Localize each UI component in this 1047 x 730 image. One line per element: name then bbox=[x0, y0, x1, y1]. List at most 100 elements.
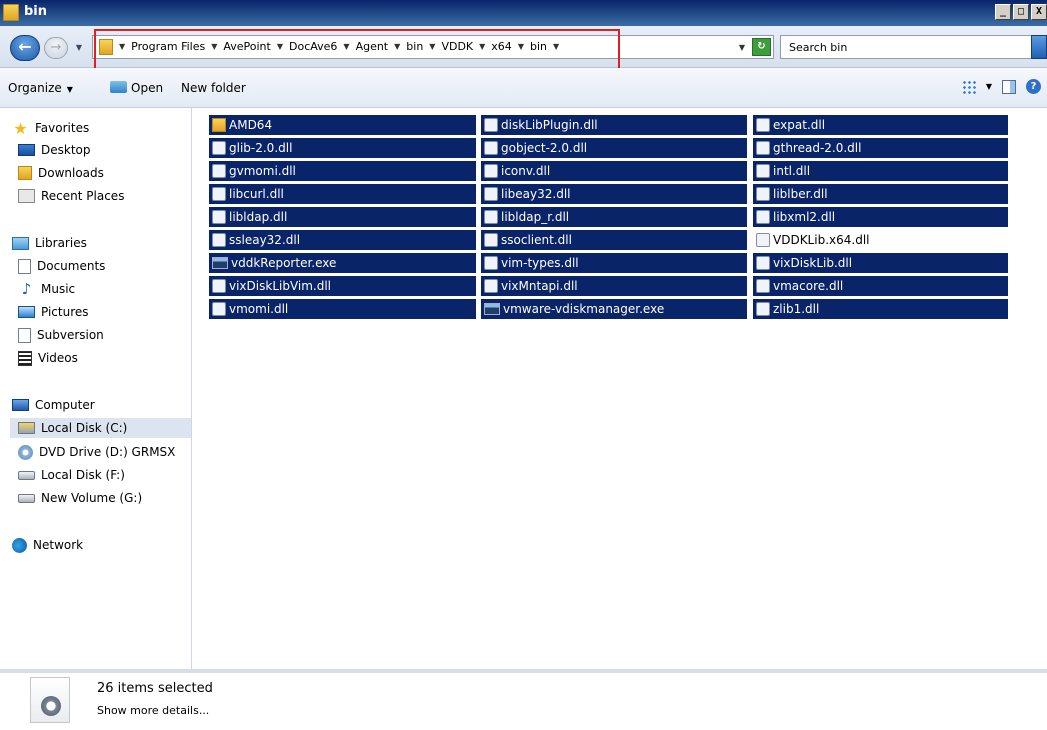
subversion-icon bbox=[18, 327, 31, 343]
nav-item-recent-places[interactable]: Recent Places bbox=[18, 186, 124, 206]
nav-item-favorites[interactable]: ★ Favorites bbox=[12, 118, 89, 138]
dll-file-icon bbox=[756, 141, 770, 155]
file-item[interactable]: libxml2.dll bbox=[753, 207, 1008, 227]
organize-label: Organize bbox=[8, 81, 62, 95]
file-name: gobject-2.0.dll bbox=[501, 141, 588, 155]
file-item[interactable]: gthread-2.0.dll bbox=[753, 138, 1008, 158]
refresh-button[interactable]: ↻ bbox=[752, 38, 771, 56]
dll-file-icon bbox=[756, 210, 770, 224]
file-item[interactable]: zlib1.dll bbox=[753, 299, 1008, 319]
file-item[interactable]: libcurl.dll bbox=[209, 184, 476, 204]
nav-item-dvd-drive-d[interactable]: DVD Drive (D:) GRMSX bbox=[18, 442, 175, 462]
nav-label: Subversion bbox=[37, 328, 104, 342]
nav-item-local-disk-c[interactable]: Local Disk (C:) bbox=[10, 418, 191, 438]
file-item[interactable]: intl.dll bbox=[753, 161, 1008, 181]
nav-item-subversion[interactable]: Subversion bbox=[18, 325, 104, 345]
dll-file-icon bbox=[484, 256, 498, 270]
file-item[interactable]: AMD64 bbox=[209, 115, 476, 135]
file-name: diskLibPlugin.dll bbox=[501, 118, 598, 132]
dll-file-icon bbox=[484, 141, 498, 155]
file-item[interactable]: vixMntapi.dll bbox=[481, 276, 747, 296]
selection-count: 26 items selected bbox=[97, 681, 213, 696]
file-name: zlib1.dll bbox=[773, 302, 820, 316]
nav-item-libraries[interactable]: Libraries bbox=[12, 233, 87, 253]
star-icon: ★ bbox=[13, 118, 28, 138]
file-item[interactable]: diskLibPlugin.dll bbox=[481, 115, 747, 135]
navigation-pane: ★ Favorites Desktop Downloads Recent Plac… bbox=[0, 108, 192, 669]
dll-file-icon bbox=[484, 164, 498, 178]
search-input[interactable]: Search bin bbox=[780, 35, 1032, 59]
file-item[interactable]: gobject-2.0.dll bbox=[481, 138, 747, 158]
dll-file-icon bbox=[756, 164, 770, 178]
file-name: vmware-vdiskmanager.exe bbox=[503, 302, 665, 316]
file-item[interactable]: ssoclient.dll bbox=[481, 230, 747, 250]
file-item[interactable]: vmomi.dll bbox=[209, 299, 476, 319]
nav-item-pictures[interactable]: Pictures bbox=[18, 302, 89, 322]
file-name: ssleay32.dll bbox=[229, 233, 301, 247]
nav-label: DVD Drive (D:) GRMSX bbox=[39, 445, 176, 459]
file-name: libcurl.dll bbox=[229, 187, 284, 201]
file-item[interactable]: libldap.dll bbox=[209, 207, 476, 227]
file-name: intl.dll bbox=[773, 164, 811, 178]
forward-button[interactable]: → bbox=[44, 37, 68, 59]
dll-file-icon bbox=[756, 279, 770, 293]
search-icon[interactable] bbox=[1031, 35, 1047, 59]
file-item[interactable]: vixDiskLibVim.dll bbox=[209, 276, 476, 296]
file-name: libxml2.dll bbox=[773, 210, 836, 224]
file-name: vmomi.dll bbox=[229, 302, 289, 316]
organize-button[interactable]: Organize ▼ bbox=[8, 81, 73, 95]
show-more-details-link[interactable]: Show more details... bbox=[97, 704, 209, 717]
file-item[interactable]: vmware-vdiskmanager.exe bbox=[481, 299, 747, 319]
back-button[interactable]: ← bbox=[10, 35, 40, 61]
window-controls: _ □ X bbox=[995, 4, 1047, 20]
file-item[interactable]: vddkReporter.exe bbox=[209, 253, 476, 273]
file-item[interactable]: expat.dll bbox=[753, 115, 1008, 135]
dll-file-icon bbox=[756, 256, 770, 270]
open-button[interactable]: Open bbox=[110, 81, 163, 95]
documents-icon bbox=[18, 258, 31, 274]
recent-pages-dropdown[interactable]: ▼ bbox=[73, 43, 85, 53]
file-item[interactable]: vim-types.dll bbox=[481, 253, 747, 273]
music-icon: ♪ bbox=[21, 279, 32, 298]
dll-file-icon bbox=[484, 210, 498, 224]
dll-file-icon bbox=[212, 164, 226, 178]
new-folder-button[interactable]: New folder bbox=[181, 81, 246, 95]
nav-label: Local Disk (F:) bbox=[41, 468, 125, 482]
nav-item-computer[interactable]: Computer bbox=[12, 395, 95, 415]
file-item[interactable]: libldap_r.dll bbox=[481, 207, 747, 227]
file-item[interactable]: ssleay32.dll bbox=[209, 230, 476, 250]
address-history-dropdown[interactable]: ▼ bbox=[739, 43, 745, 52]
file-item[interactable]: iconv.dll bbox=[481, 161, 747, 181]
maximize-button[interactable]: □ bbox=[1013, 4, 1029, 20]
file-item[interactable]: gvmomi.dll bbox=[209, 161, 476, 181]
file-item[interactable]: glib-2.0.dll bbox=[209, 138, 476, 158]
file-name: libldap.dll bbox=[229, 210, 288, 224]
file-name: liblber.dll bbox=[773, 187, 828, 201]
dll-file-icon bbox=[756, 187, 770, 201]
nav-item-videos[interactable]: Videos bbox=[18, 348, 78, 368]
nav-item-new-volume-g[interactable]: New Volume (G:) bbox=[18, 488, 142, 508]
nav-item-network[interactable]: Network bbox=[12, 535, 83, 555]
minimize-button[interactable]: _ bbox=[995, 4, 1011, 20]
file-item[interactable]: vmacore.dll bbox=[753, 276, 1008, 296]
file-item[interactable]: libeay32.dll bbox=[481, 184, 747, 204]
close-button[interactable]: X bbox=[1031, 4, 1047, 20]
help-icon[interactable]: ? bbox=[1026, 79, 1041, 94]
file-name: gthread-2.0.dll bbox=[773, 141, 862, 155]
window-title: bin bbox=[24, 4, 48, 19]
nav-label: Local Disk (C:) bbox=[41, 421, 128, 435]
chevron-down-icon[interactable]: ▼ bbox=[986, 82, 992, 91]
nav-item-documents[interactable]: Documents bbox=[18, 256, 105, 276]
exe-file-icon bbox=[212, 257, 228, 269]
file-item[interactable]: vixDiskLib.dll bbox=[753, 253, 1008, 273]
nav-label: Music bbox=[41, 282, 76, 296]
nav-item-local-disk-f[interactable]: Local Disk (F:) bbox=[18, 465, 125, 485]
nav-item-downloads[interactable]: Downloads bbox=[18, 163, 104, 183]
nav-item-desktop[interactable]: Desktop bbox=[18, 140, 91, 160]
file-item[interactable]: liblber.dll bbox=[753, 184, 1008, 204]
desktop-icon bbox=[18, 144, 35, 156]
file-item[interactable]: VDDKLib.x64.dll bbox=[753, 230, 1008, 250]
preview-pane-icon[interactable] bbox=[1002, 79, 1016, 94]
change-view-icon[interactable] bbox=[961, 79, 976, 94]
nav-item-music[interactable]: ♪ Music bbox=[18, 279, 75, 299]
